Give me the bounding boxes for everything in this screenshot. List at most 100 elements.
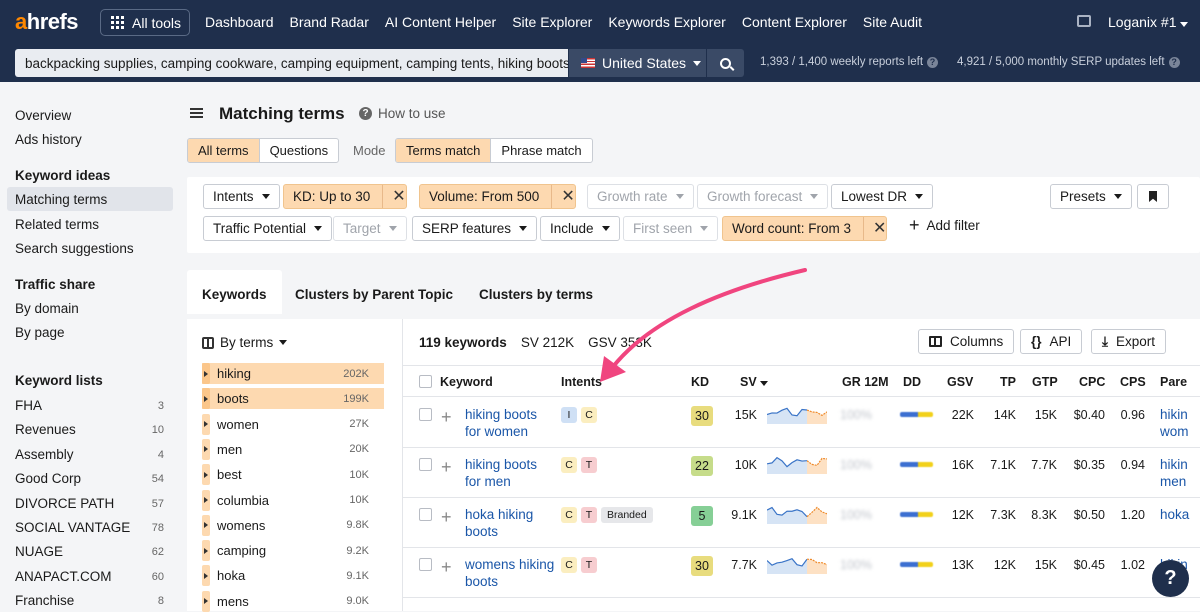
sidebar-item-overview[interactable]: Overview (15, 108, 71, 123)
expand-arrow-icon[interactable] (202, 514, 210, 536)
help-icon[interactable]: ? (927, 56, 939, 68)
col-gr12m[interactable]: GR 12M (842, 375, 889, 389)
col-sv[interactable]: SV (740, 375, 769, 389)
expand-arrow-icon[interactable] (202, 438, 210, 460)
help-icon[interactable]: ? (1168, 56, 1180, 68)
col-kd[interactable]: KD (691, 375, 709, 389)
keyword-list-item[interactable]: Franchise (15, 593, 74, 608)
col-dd[interactable]: DD (903, 375, 921, 389)
bookmark-button[interactable] (1137, 184, 1169, 209)
term-row-best[interactable]: best 10K (202, 464, 384, 486)
monitor-icon[interactable] (1077, 15, 1091, 27)
tab-clusters-by-terms[interactable]: Clusters by terms (464, 270, 608, 314)
col-tp[interactable]: TP (1000, 375, 1016, 389)
term-row-hiking[interactable]: hiking 202K (202, 363, 384, 384)
all-terms-option[interactable]: All terms (188, 139, 260, 162)
term-row-boots[interactable]: boots 199K (202, 388, 384, 410)
col-keyword[interactable]: Keyword (440, 375, 493, 389)
volume-filter[interactable]: Volume: From 500 ✕ (419, 184, 576, 209)
presets-button[interactable]: Presets (1050, 184, 1132, 209)
sidebar-item-by-domain[interactable]: By domain (15, 301, 79, 316)
add-to-list-icon[interactable]: + (441, 507, 452, 528)
terms-match-option[interactable]: Terms match (396, 139, 492, 162)
add-to-list-icon[interactable]: + (441, 457, 452, 478)
col-parent-topic[interactable]: Pare (1160, 375, 1187, 389)
parent-topic-link[interactable]: hikin wom (1160, 406, 1200, 440)
expand-arrow-icon[interactable] (202, 565, 210, 587)
term-row-columbia[interactable]: columbia 10K (202, 489, 384, 511)
keyword-list-item[interactable]: SOCIAL VANTAGE (15, 520, 130, 535)
term-row-womens[interactable]: womens 9.8K (202, 514, 384, 536)
term-row-camping[interactable]: camping 9.2K (202, 540, 384, 562)
expand-arrow-icon[interactable] (202, 590, 210, 612)
keyword-link[interactable]: hiking boots for women (465, 406, 555, 440)
columns-button[interactable]: Columns (918, 329, 1015, 354)
questions-option[interactable]: Questions (260, 139, 339, 162)
expand-arrow-icon[interactable] (202, 388, 210, 410)
expand-arrow-icon[interactable] (202, 489, 210, 511)
add-to-list-icon[interactable]: + (441, 407, 452, 428)
add-filter-button[interactable]: + Add filter (909, 215, 980, 236)
nav-keywords-explorer[interactable]: Keywords Explorer (608, 14, 726, 30)
tab-clusters-by-parent-topic[interactable]: Clusters by Parent Topic (280, 270, 468, 314)
help-button[interactable]: ? (1152, 560, 1189, 597)
keyword-list-item[interactable]: Good Corp (15, 471, 81, 486)
col-cpc[interactable]: CPC (1079, 375, 1105, 389)
col-gtp[interactable]: GTP (1032, 375, 1058, 389)
growth-rate-filter[interactable]: Growth rate (587, 184, 694, 209)
growth-forecast-filter[interactable]: Growth forecast (697, 184, 829, 209)
parent-topic-link[interactable]: hoka (1160, 506, 1200, 523)
keyword-link[interactable]: womens hiking boots (465, 556, 555, 590)
expand-arrow-icon[interactable] (202, 363, 210, 384)
term-row-men[interactable]: men 20K (202, 438, 384, 460)
lowest-dr-filter[interactable]: Lowest DR (831, 184, 934, 209)
traffic-potential-filter[interactable]: Traffic Potential (203, 216, 333, 241)
intents-filter[interactable]: Intents (203, 184, 280, 209)
keyword-link[interactable]: hiking boots for men (465, 456, 555, 490)
serp-features-filter[interactable]: SERP features (412, 216, 538, 241)
close-icon[interactable]: ✕ (863, 217, 886, 240)
parent-topic-link[interactable]: hikin men (1160, 456, 1200, 490)
close-icon[interactable]: ✕ (382, 185, 406, 208)
sidebar-item-by-page[interactable]: By page (15, 325, 65, 340)
nav-site-explorer[interactable]: Site Explorer (512, 14, 592, 30)
nav-dashboard[interactable]: Dashboard (205, 14, 274, 30)
col-gsv[interactable]: GSV (947, 375, 973, 389)
keyword-list-item[interactable]: FHA (15, 398, 42, 413)
nav-content-explorer[interactable]: Content Explorer (742, 14, 847, 30)
nav-ai-content-helper[interactable]: AI Content Helper (385, 14, 496, 30)
word-count-filter[interactable]: Word count: From 3 ✕ (722, 216, 888, 241)
nav-site-audit[interactable]: Site Audit (863, 14, 922, 30)
include-filter[interactable]: Include (540, 216, 620, 241)
term-row-mens[interactable]: mens 9.0K (202, 590, 384, 612)
sidebar-item-matching-terms[interactable]: Matching terms (15, 192, 107, 207)
keyword-list-item[interactable]: DIVORCE PATH (15, 496, 114, 511)
expand-arrow-icon[interactable] (202, 464, 210, 486)
kd-filter[interactable]: KD: Up to 30 ✕ (283, 184, 407, 209)
close-icon[interactable]: ✕ (551, 185, 575, 208)
row-checkbox[interactable] (419, 508, 432, 521)
account-menu[interactable]: Loganix #1 (1108, 14, 1189, 30)
select-all-checkbox[interactable] (419, 375, 432, 388)
keyword-link[interactable]: hoka hiking boots (465, 506, 555, 540)
sidebar-item-ads-history[interactable]: Ads history (15, 132, 82, 147)
expand-arrow-icon[interactable] (202, 413, 210, 435)
export-button[interactable]: ⤓ Export (1091, 329, 1166, 354)
keyword-list-item[interactable]: ANAPACT.COM (15, 569, 112, 584)
keywords-input[interactable]: backpacking supplies, camping cookware, … (15, 49, 568, 77)
keyword-list-item[interactable]: NUAGE (15, 544, 63, 559)
how-to-use-link[interactable]: ? How to use (359, 106, 446, 121)
target-filter[interactable]: Target (333, 216, 407, 241)
tab-keywords[interactable]: Keywords (187, 270, 282, 314)
keyword-list-item[interactable]: Assembly (15, 447, 74, 462)
api-button[interactable]: {} API (1020, 329, 1083, 354)
by-terms-dropdown[interactable]: By terms (202, 335, 288, 350)
col-intents[interactable]: Intents (561, 375, 602, 389)
all-tools-button[interactable]: All tools (100, 9, 190, 36)
phrase-match-option[interactable]: Phrase match (491, 139, 591, 162)
row-checkbox[interactable] (419, 558, 432, 571)
first-seen-filter[interactable]: First seen (623, 216, 719, 241)
menu-icon[interactable] (190, 108, 203, 118)
term-row-hoka[interactable]: hoka 9.1K (202, 565, 384, 587)
col-cps[interactable]: CPS (1120, 375, 1146, 389)
